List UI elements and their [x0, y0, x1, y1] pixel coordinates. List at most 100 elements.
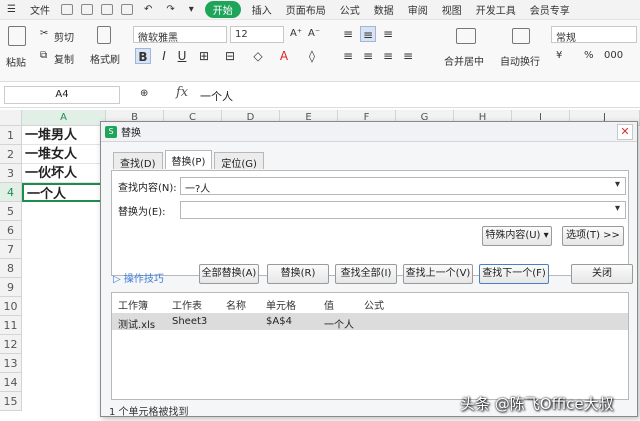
undo-icon[interactable]: ↶ — [137, 4, 159, 15]
tab-review[interactable]: 审阅 — [401, 2, 435, 17]
tab-member[interactable]: 会员专享 — [523, 2, 577, 17]
cell-a2[interactable]: 一堆女人 — [22, 145, 106, 164]
align-bottom-icon[interactable]: ≡ — [380, 26, 396, 42]
align-top-icon[interactable]: ≡ — [340, 26, 356, 42]
align-left-icon[interactable]: ≡ — [340, 48, 356, 64]
redo-icon[interactable]: ↷ — [159, 4, 181, 15]
zoom-icon[interactable]: ⊕ — [140, 88, 148, 99]
cell-a4[interactable]: 一个人 — [22, 183, 106, 202]
bold-button[interactable]: B — [135, 48, 151, 64]
special-content-button[interactable]: 特殊内容(U) ▾ — [482, 226, 552, 246]
quick-access-chevron-icon[interactable]: ▾ — [182, 4, 201, 15]
format-painter-button[interactable]: 格式刷 — [90, 51, 120, 66]
format-painter-icon[interactable] — [97, 26, 111, 44]
paste-button[interactable]: 粘贴 — [6, 54, 26, 69]
font-color-icon[interactable]: A — [276, 48, 292, 64]
find-input[interactable]: 一?人 — [180, 177, 626, 195]
fx-icon[interactable]: fx — [176, 85, 188, 100]
column-header[interactable]: A — [22, 110, 106, 126]
menu-file[interactable]: 文件 — [23, 2, 57, 17]
row-header[interactable]: 12 — [0, 335, 22, 354]
tab-insert[interactable]: 插入 — [245, 2, 279, 17]
align-center-icon[interactable]: ≡ — [360, 48, 376, 64]
cut-button[interactable]: 剪切 — [54, 29, 74, 44]
options-button[interactable]: 选项(T) >> — [562, 226, 624, 246]
cut-icon[interactable]: ✂ — [40, 28, 48, 39]
results-header-workbook[interactable]: 工作簿 — [118, 297, 148, 312]
results-header-cell[interactable]: 单元格 — [266, 297, 296, 312]
tab-developer[interactable]: 开发工具 — [469, 2, 523, 17]
name-box[interactable]: A4 — [4, 86, 120, 104]
export-icon[interactable] — [80, 4, 93, 15]
align-middle-icon[interactable]: ≡ — [360, 26, 376, 42]
percent-button[interactable]: % — [584, 50, 594, 61]
select-all-corner[interactable] — [0, 110, 22, 126]
row-header[interactable]: 15 — [0, 392, 22, 411]
print-icon[interactable] — [100, 4, 113, 15]
currency-button[interactable]: ¥ — [556, 50, 562, 61]
font-size-select[interactable]: 12 — [230, 26, 284, 43]
merge-center-button[interactable]: 合并居中 — [444, 53, 484, 68]
replace-dropdown-chevron-icon[interactable]: ▾ — [615, 203, 620, 214]
close-button[interactable]: 关闭 — [571, 264, 633, 284]
find-all-button[interactable]: 查找全部(I) — [335, 264, 397, 284]
wrap-text-button[interactable]: 自动换行 — [500, 53, 540, 68]
replace-input[interactable] — [180, 201, 626, 219]
font-grow-icon[interactable]: A⁺ — [290, 28, 302, 39]
results-header-formula[interactable]: 公式 — [364, 297, 384, 312]
underline-button[interactable]: U — [174, 48, 190, 64]
row-header[interactable]: 8 — [0, 259, 22, 278]
row-header[interactable]: 3 — [0, 164, 22, 183]
justify-icon[interactable]: ≡ — [400, 48, 416, 64]
border-icon[interactable]: ⊞ — [196, 48, 212, 64]
wrap-icon[interactable] — [512, 28, 530, 44]
results-header-name[interactable]: 名称 — [226, 297, 246, 312]
paste-icon[interactable] — [8, 26, 26, 46]
align-right-icon[interactable]: ≡ — [380, 48, 396, 64]
replace-button[interactable]: 替换(R) — [267, 264, 329, 284]
tab-data[interactable]: 数据 — [367, 2, 401, 17]
italic-button[interactable]: I — [156, 48, 172, 64]
replace-all-button[interactable]: 全部替换(A) — [199, 264, 259, 284]
tab-formulas[interactable]: 公式 — [333, 2, 367, 17]
close-icon[interactable]: ✕ — [617, 124, 633, 140]
cell-a3[interactable]: 一伙坏人 — [22, 164, 106, 183]
row-header[interactable]: 13 — [0, 354, 22, 373]
results-list[interactable]: 工作簿 工作表 名称 单元格 值 公式 测试.xls Sheet3 $A$4 一… — [111, 292, 629, 400]
row-header[interactable]: 14 — [0, 373, 22, 392]
layout-icon[interactable]: ⊟ — [222, 48, 238, 64]
find-previous-button[interactable]: 查找上一个(V) — [403, 264, 473, 284]
tips-link[interactable]: ▷ 操作技巧 — [113, 270, 164, 285]
tab-start[interactable]: 开始 — [204, 1, 241, 18]
thousands-button[interactable]: 000 — [604, 50, 623, 61]
fill-color-icon[interactable]: ◇ — [250, 48, 266, 64]
merge-icon[interactable] — [456, 28, 476, 44]
save-icon[interactable] — [60, 4, 73, 15]
tab-goto[interactable]: 定位(G) — [214, 152, 264, 170]
cell-a1[interactable]: 一堆男人 — [22, 126, 106, 145]
find-next-button[interactable]: 查找下一个(F) — [479, 264, 549, 284]
tab-page-layout[interactable]: 页面布局 — [279, 2, 333, 17]
hamburger-icon[interactable]: ☰ — [0, 4, 23, 15]
row-header[interactable]: 1 — [0, 126, 22, 145]
row-header[interactable]: 11 — [0, 316, 22, 335]
preview-icon[interactable] — [120, 4, 133, 15]
tab-view[interactable]: 视图 — [435, 2, 469, 17]
row-header[interactable]: 9 — [0, 278, 22, 297]
row-header[interactable]: 6 — [0, 221, 22, 240]
results-header-sheet[interactable]: 工作表 — [172, 297, 202, 312]
formula-input[interactable]: 一个人 — [200, 88, 233, 104]
row-header[interactable]: 5 — [0, 202, 22, 221]
tab-find[interactable]: 查找(D) — [113, 152, 163, 170]
number-format-select[interactable]: 常规 — [551, 26, 637, 44]
font-name-select[interactable]: 微软雅黑 — [133, 26, 227, 44]
tab-replace[interactable]: 替换(P) — [164, 150, 213, 169]
clear-icon[interactable]: ◊ — [304, 48, 320, 64]
results-header-value[interactable]: 值 — [324, 297, 334, 312]
copy-icon[interactable]: ⧉ — [40, 50, 47, 61]
find-dropdown-chevron-icon[interactable]: ▾ — [615, 179, 620, 190]
font-shrink-icon[interactable]: A⁻ — [308, 28, 320, 39]
row-header[interactable]: 2 — [0, 145, 22, 164]
row-header[interactable]: 4 — [0, 183, 22, 202]
copy-button[interactable]: 复制 — [54, 51, 74, 66]
